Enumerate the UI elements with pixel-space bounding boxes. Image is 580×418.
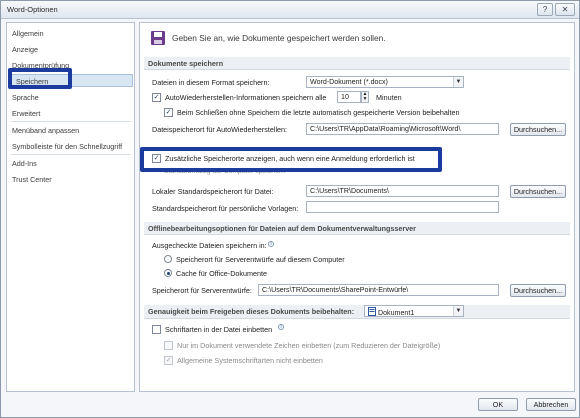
radio-office-cache[interactable] xyxy=(164,269,172,277)
server-drafts-path-input[interactable]: C:\Users\TR\Documents\SharePoint-Entwürf… xyxy=(258,284,499,296)
sidebar-divider xyxy=(11,121,131,122)
title-bar: Word-Optionen ? ✕ xyxy=(1,1,579,19)
chevron-down-icon: ▼ xyxy=(453,77,463,87)
local-default-path-input[interactable]: C:\Users\TR\Documents\ xyxy=(306,185,499,197)
ok-button[interactable]: OK xyxy=(478,398,518,411)
checked-out-files-label: Ausgecheckte Dateien speichern in: xyxy=(152,241,267,250)
radio-server-drafts-label: Speicherort für Serverentwürfe auf diese… xyxy=(176,255,345,264)
fidelity-document-select[interactable]: Dokument1 ▼ xyxy=(364,305,464,317)
sidebar-item-schnellzugriff[interactable]: Symbolleiste für den Schnellzugriff xyxy=(12,142,122,151)
section-header-save-documents: Dokumente speichern xyxy=(144,57,570,70)
autorecover-path-input[interactable]: C:\Users\TR\AppData\Roaming\Microsoft\Wo… xyxy=(306,123,499,135)
highlight-box-option xyxy=(140,147,442,172)
save-format-select[interactable]: Word-Dokument (*.docx) ▼ xyxy=(306,76,464,88)
embed-fonts-checkbox[interactable] xyxy=(152,325,161,334)
autorecover-checkbox[interactable]: ✓ xyxy=(152,93,161,102)
server-drafts-path-label: Speicherort für Serverentwürfe: xyxy=(152,286,252,295)
autorecover-label: AutoWiederherstellen-Informationen speic… xyxy=(165,93,327,102)
sidebar-item-menueband[interactable]: Menüband anpassen xyxy=(12,126,79,135)
sidebar-item-erweitert[interactable]: Erweitert xyxy=(12,109,40,118)
word-document-icon xyxy=(368,307,376,316)
sidebar-item-sprache[interactable]: Sprache xyxy=(12,93,39,102)
autorecover-browse-button[interactable]: Durchsuchen... xyxy=(510,123,566,136)
sidebar-item-allgemein[interactable]: Allgemein xyxy=(12,29,44,38)
minutes-label: Minuten xyxy=(376,93,402,102)
word-options-dialog: Word-Optionen ? ✕ Allgemein Anzeige Doku… xyxy=(0,0,580,418)
fidelity-document-value: Dokument1 xyxy=(377,309,415,317)
local-path-browse-button[interactable]: Durchsuchen... xyxy=(510,185,566,198)
keep-last-version-checkbox[interactable]: ✓ xyxy=(164,108,173,117)
sidebar-item-trust-center[interactable]: Trust Center xyxy=(12,175,52,184)
section-header-fidelity: Genauigkeit beim Freigeben dieses Dokume… xyxy=(144,305,570,319)
embed-fonts-label: Schriftarten in der Datei einbetten xyxy=(165,325,273,334)
templates-path-label: Standardspeicherort für persönliche Vorl… xyxy=(152,204,299,213)
help-button[interactable]: ? xyxy=(537,3,553,16)
no-common-fonts-checkbox[interactable]: ✓ xyxy=(164,356,173,365)
save-format-value: Word-Dokument (*.docx) xyxy=(310,78,388,86)
no-common-fonts-label: Allgemeine Systemschriftarten nicht einb… xyxy=(177,356,323,365)
options-content: Geben Sie an, wie Dokumente gespeichert … xyxy=(139,22,575,392)
fidelity-label: Genauigkeit beim Freigeben dieses Dokume… xyxy=(148,307,355,316)
sidebar-divider xyxy=(11,154,131,155)
page-description: Geben Sie an, wie Dokumente gespeichert … xyxy=(172,33,386,43)
embed-used-chars-checkbox[interactable] xyxy=(164,341,173,350)
save-format-label: Dateien in diesem Format speichern: xyxy=(152,78,270,87)
section-header-offline-editing: Offlinebearbeitungsoptionen für Dateien … xyxy=(144,222,570,235)
info-icon: i xyxy=(268,241,274,247)
sidebar-item-addins[interactable]: Add-Ins xyxy=(12,159,37,168)
local-default-path-label: Lokaler Standardspeicherort für Datei: xyxy=(152,187,274,196)
radio-office-cache-label: Cache für Office-Dokumente xyxy=(176,269,267,278)
sidebar-item-anzeige[interactable]: Anzeige xyxy=(12,45,38,54)
window-title: Word-Optionen xyxy=(7,5,58,14)
radio-server-drafts[interactable] xyxy=(164,255,172,263)
server-drafts-browse-button[interactable]: Durchsuchen... xyxy=(510,284,566,297)
templates-path-input[interactable] xyxy=(306,201,499,213)
info-icon: i xyxy=(278,324,284,330)
keep-last-version-label: Beim Schließen ohne Speichern die letzte… xyxy=(177,108,460,117)
cancel-button[interactable]: Abbrechen xyxy=(526,398,576,411)
autorecover-minutes-input[interactable]: 10 xyxy=(337,91,361,103)
close-button[interactable]: ✕ xyxy=(555,3,575,16)
autorecover-path-label: Dateispeicherort für AutoWiederherstelle… xyxy=(152,125,288,134)
embed-used-chars-label: Nur im Dokument verwendete Zeichen einbe… xyxy=(177,341,441,350)
floppy-disk-icon xyxy=(151,31,165,45)
chevron-down-icon: ▼ xyxy=(453,306,463,316)
minutes-spinner[interactable]: ▲ ▼ xyxy=(361,91,369,103)
highlight-box-sidebar xyxy=(8,68,72,89)
